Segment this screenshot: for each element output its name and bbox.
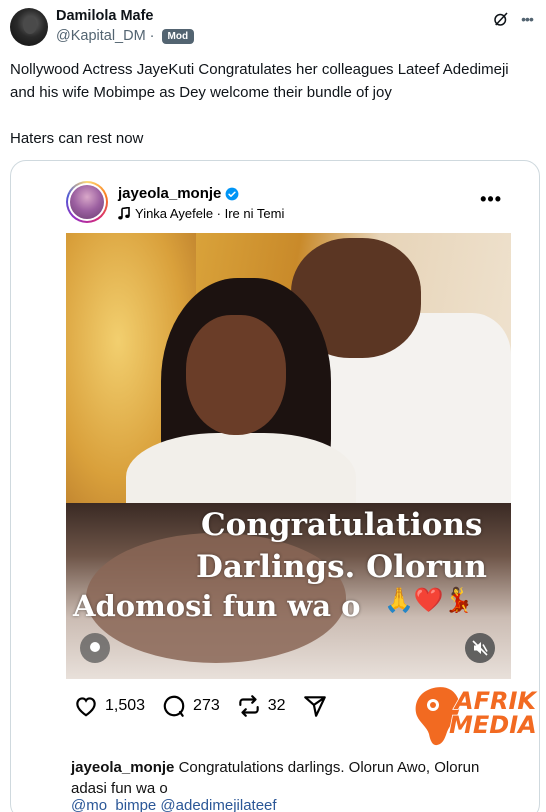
repost-icon xyxy=(239,695,259,717)
instagram-username[interactable]: jayeola_monje xyxy=(118,185,221,202)
mod-badge: Mod xyxy=(161,28,195,44)
handle-separator: · xyxy=(149,28,155,44)
overlay-text-line3: Adomosi fun wa o xyxy=(73,589,361,623)
more-icon[interactable]: ••• xyxy=(518,10,536,28)
repost-action[interactable]: 32 xyxy=(236,693,286,719)
overlay-text-line2: Darlings. Olorun xyxy=(196,549,487,585)
share-action[interactable] xyxy=(302,693,328,719)
grok-icon[interactable] xyxy=(492,10,510,28)
share-icon xyxy=(303,696,326,717)
tagged-users-icon[interactable] xyxy=(80,633,110,663)
author-handle-row: @Kapital_DM · Mod xyxy=(56,28,195,44)
avatar[interactable] xyxy=(10,8,48,46)
instagram-caption: jayeola_monje Congratulations darlings. … xyxy=(71,757,511,799)
muted-speaker-icon[interactable] xyxy=(465,633,495,663)
instagram-username-row: jayeola_monje xyxy=(118,185,239,202)
caption-username[interactable]: jayeola_monje xyxy=(71,759,174,776)
tweet-text-line2: Haters can rest now xyxy=(10,130,144,147)
instagram-actions: 1,503 273 32 xyxy=(73,691,344,721)
heart-icon xyxy=(76,697,96,717)
afrik-media-watermark: AFRIK MEDIA xyxy=(415,686,539,746)
likes-count: 1,503 xyxy=(105,697,146,714)
comment-icon xyxy=(163,695,185,717)
instagram-avatar[interactable] xyxy=(66,181,108,223)
reposts-count: 32 xyxy=(267,697,286,714)
instagram-song-row: Yinka Ayefele · Ire ni Temi xyxy=(118,206,284,221)
verified-icon xyxy=(225,187,239,200)
instagram-song[interactable]: Yinka Ayefele · Ire ni Temi xyxy=(135,206,284,221)
instagram-more-icon[interactable]: ••• xyxy=(480,189,502,210)
overlay-text-line1: Congratulations xyxy=(201,507,483,543)
instagram-header: jayeola_monje Yinka Ayefele · Ire ni Tem… xyxy=(66,179,506,227)
watermark-line2: MEDIA xyxy=(449,711,537,739)
music-note-icon xyxy=(118,207,130,220)
comments-count: 273 xyxy=(193,697,220,714)
instagram-photo[interactable]: Congratulations Darlings. Olorun Adomosi… xyxy=(66,233,511,679)
tweet-text-line1: Nollywood Actress JayeKuti Congratulates… xyxy=(10,61,509,101)
like-action[interactable]: 1,503 xyxy=(73,693,145,719)
tweet-header: Damilola Mafe @Kapital_DM · Mod ••• xyxy=(10,8,536,48)
overlay-emojis: 🙏❤️💃 xyxy=(384,587,474,614)
author-name[interactable]: Damilola Mafe xyxy=(56,8,154,24)
comment-action[interactable]: 273 xyxy=(161,693,220,719)
author-handle[interactable]: @Kapital_DM xyxy=(56,28,146,44)
caption-mentions[interactable]: @mo_bimpe @adedimejilateef xyxy=(71,797,277,812)
media-card[interactable]: jayeola_monje Yinka Ayefele · Ire ni Tem… xyxy=(10,160,540,812)
tweet-text: Nollywood Actress JayeKuti Congratulates… xyxy=(10,58,534,173)
